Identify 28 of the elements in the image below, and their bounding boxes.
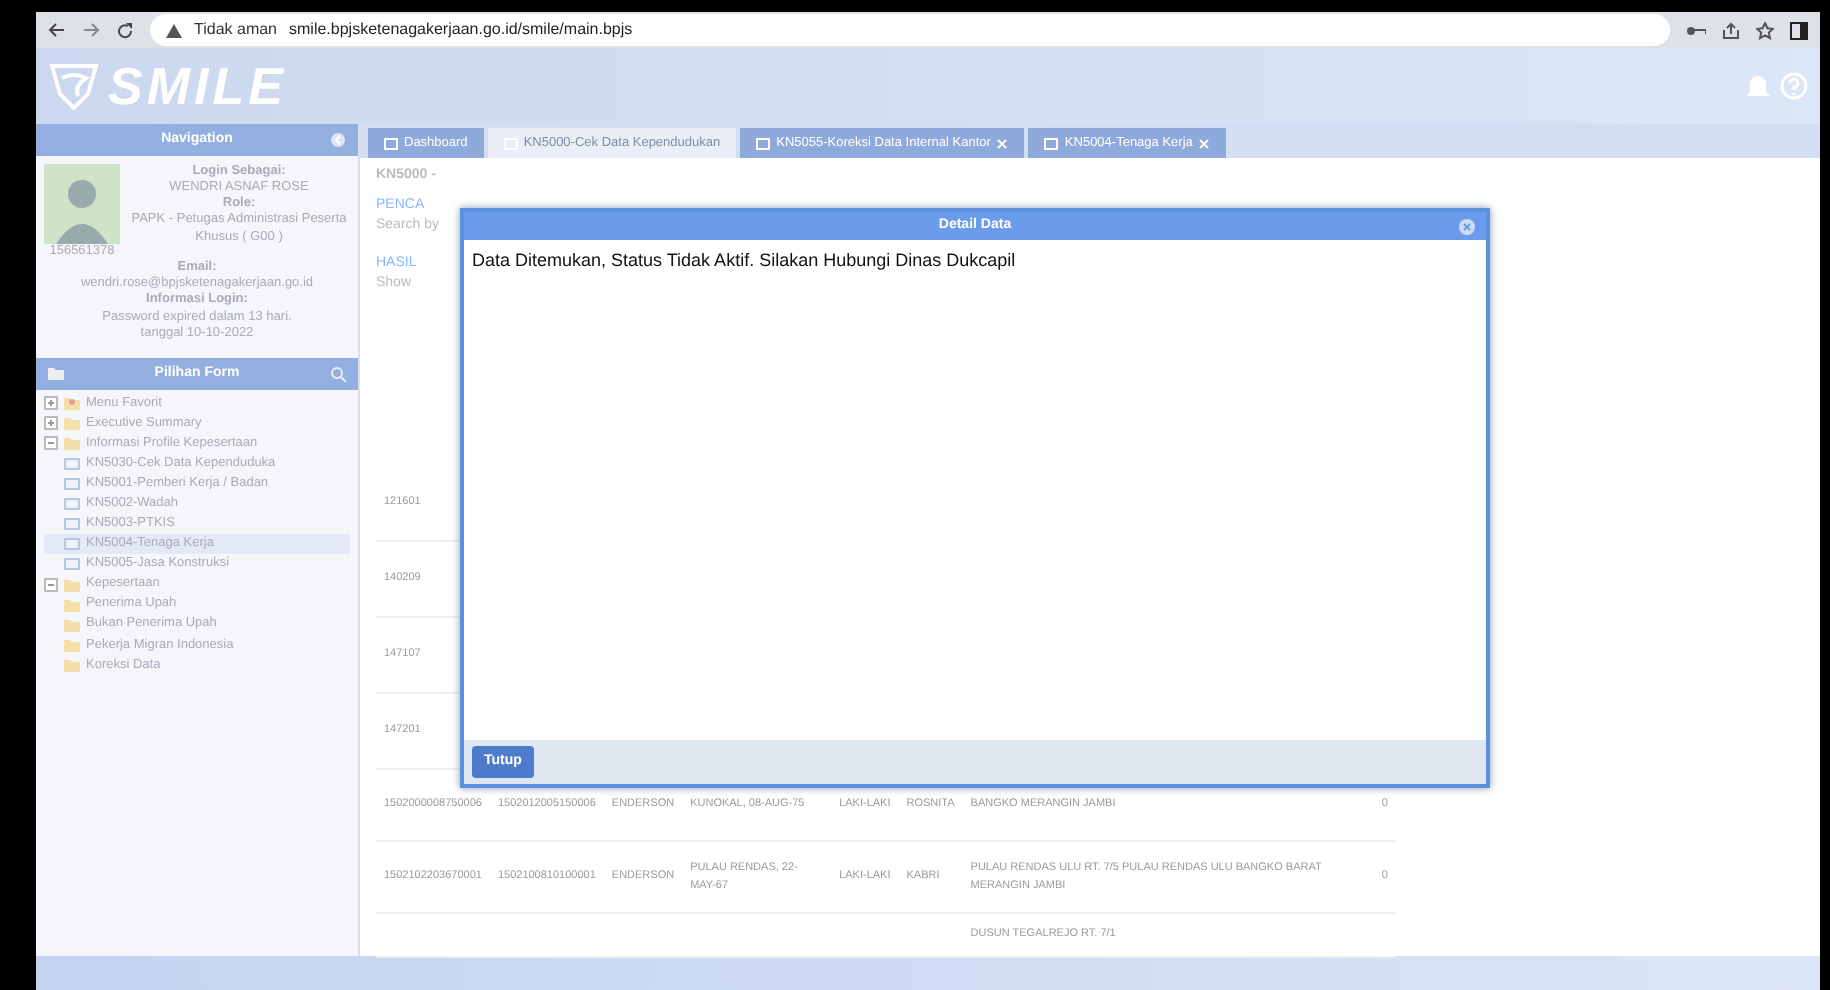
- collapse-icon[interactable]: [330, 132, 346, 148]
- url-text: smile.bpjsketenagakerjaan.go.id/smile/main.bpjs: [289, 18, 633, 42]
- close-icon[interactable]: [996, 137, 1009, 149]
- tab-icon: [756, 137, 771, 149]
- reload-icon[interactable]: [116, 21, 134, 39]
- key-icon[interactable]: [1686, 23, 1706, 37]
- sidebar-icon[interactable]: [1790, 21, 1808, 39]
- address-bar[interactable]: Tidak aman smile.bpjsketenagakerjaan.go.id/smile/main.bpjs: [150, 14, 1670, 46]
- shield-logo-icon: [48, 60, 100, 112]
- tab-icon: [384, 137, 398, 149]
- close-icon[interactable]: [1198, 137, 1211, 149]
- security-label: Tidak aman: [194, 18, 277, 42]
- star-icon[interactable]: [1756, 21, 1774, 39]
- warning-icon: [166, 23, 182, 37]
- expand-icon[interactable]: [44, 396, 58, 411]
- folder-icon: [48, 366, 64, 381]
- search-icon[interactable]: [330, 365, 346, 382]
- forward-icon[interactable]: [82, 22, 100, 38]
- tab-icon: [1044, 137, 1059, 149]
- avatar-silhouette: [44, 164, 120, 244]
- collapse-icon[interactable]: [44, 577, 58, 592]
- dialog-message: Data Ditemukan, Status Tidak Aktif. Silakan Hubungi Dinas Dukcapil: [472, 250, 1016, 270]
- folder-star-icon: [64, 396, 80, 411]
- back-icon[interactable]: [48, 22, 66, 38]
- collapse-icon[interactable]: [44, 436, 58, 451]
- expand-icon[interactable]: [44, 416, 58, 431]
- share-icon[interactable]: [1722, 21, 1740, 39]
- close-icon[interactable]: [1458, 217, 1476, 235]
